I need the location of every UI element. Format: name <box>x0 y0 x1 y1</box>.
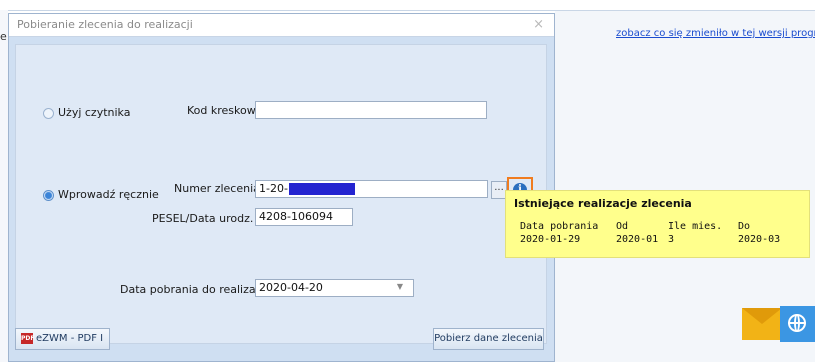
order-number-value: 1-20- <box>259 182 288 195</box>
top-border <box>0 0 815 11</box>
tooltip-header-cell: Od <box>616 221 629 232</box>
dialog-titlebar: Pobieranie zlecenia do realizacji × <box>9 14 554 37</box>
fetch-date-label: Data pobrania do realizacji <box>120 283 268 296</box>
fetch-order-dialog: Pobieranie zlecenia do realizacji × Użyj… <box>8 13 555 362</box>
ezwm-pdf-label: eZWM - PDF I <box>36 333 104 344</box>
order-number-input[interactable]: 1-20- <box>255 180 488 198</box>
tooltip-cell: 3 <box>668 234 675 245</box>
tooltip-header-cell: Data pobrania <box>520 221 599 232</box>
tooltip-cell: 2020-01-29 <box>520 234 581 245</box>
redacted-block <box>288 183 355 195</box>
barcode-input[interactable] <box>255 101 487 119</box>
dropdown-caret-icon: ▼ <box>396 282 403 291</box>
existing-realizations-tooltip: Istniejące realizacje zlecenia Data pobr… <box>505 190 810 258</box>
manual-entry-radio[interactable] <box>43 190 54 201</box>
pdf-icon: PDF <box>21 332 35 344</box>
close-icon[interactable]: × <box>533 17 544 32</box>
tooltip-title: Istniejące realizacje zlecenia <box>514 197 692 210</box>
tooltip-header-cell: Do <box>738 221 751 232</box>
tooltip-header-cell: Ile mies. <box>668 221 723 232</box>
tooltip-cell: 2020-01 <box>616 234 659 245</box>
manual-entry-label: Wprowadź ręcznie <box>58 188 159 201</box>
globe-icon <box>788 314 806 332</box>
order-number-label: Numer zlecenia <box>174 182 260 195</box>
mail-icon[interactable] <box>742 308 782 340</box>
tooltip-cell: 2020-03 <box>738 234 781 245</box>
barcode-label: Kod kreskowy <box>187 104 263 117</box>
dialog-title: Pobieranie zlecenia do realizacji <box>17 18 193 31</box>
dialog-panel: Użyj czytnika Kod kreskowy Wprowadź ręcz… <box>15 44 547 344</box>
ezwm-pdf-button[interactable]: PDF eZWM - PDF I <box>15 328 110 350</box>
background-fragment: e <box>0 30 7 43</box>
pesel-label: PESEL/Data urodz. <box>152 212 254 225</box>
whats-new-link[interactable]: zobacz co się zmieniło w tej wersji prog… <box>616 28 815 39</box>
use-reader-label: Użyj czytnika <box>58 106 131 119</box>
fetch-date-value: 2020-04-20 <box>259 281 323 294</box>
globe-button[interactable] <box>780 306 815 342</box>
pesel-input[interactable]: 4208-106094 <box>255 208 353 226</box>
background-left-strip: e <box>0 10 8 362</box>
use-reader-radio[interactable] <box>43 108 54 119</box>
fetch-order-data-button[interactable]: Pobierz dane zlecenia <box>433 328 544 350</box>
fetch-date-select[interactable]: 2020-04-20 ▼ <box>255 279 414 297</box>
